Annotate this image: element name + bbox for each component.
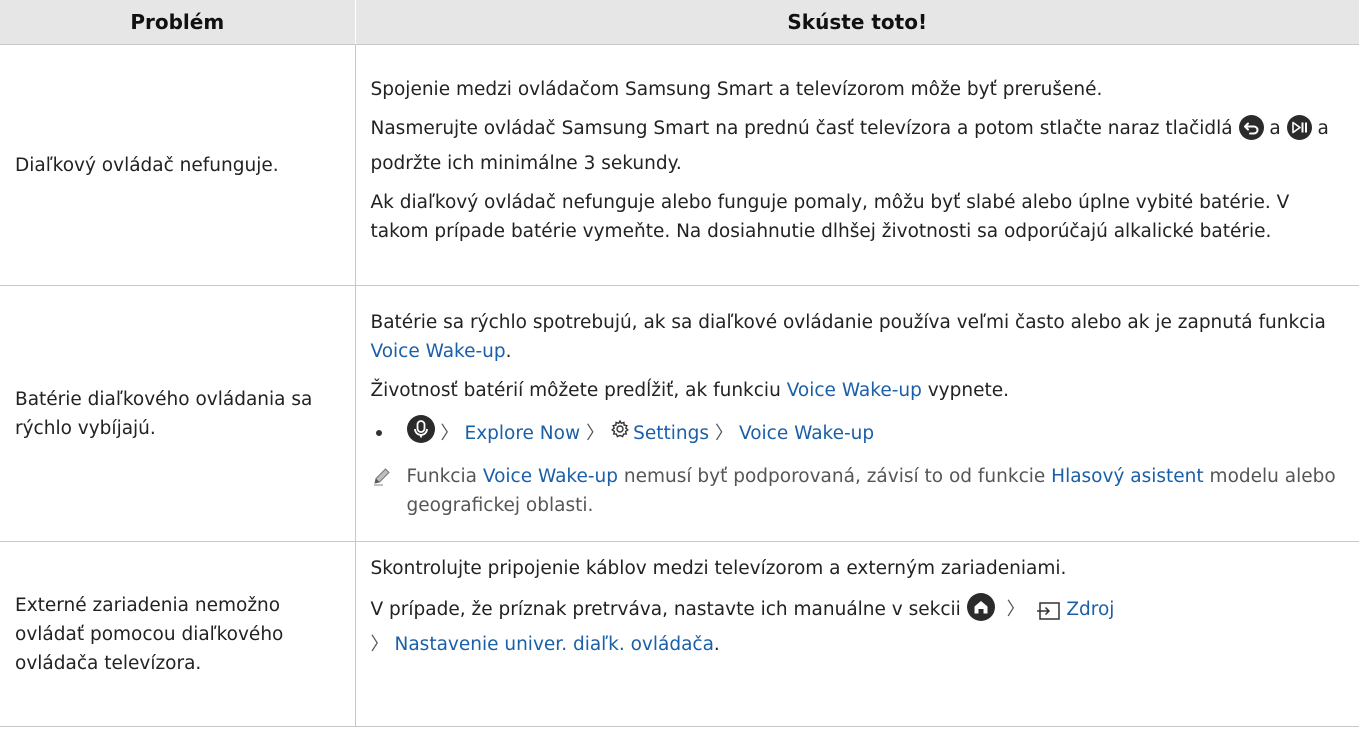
header-problem: Problém <box>0 0 356 45</box>
solution-cell: Skontrolujte pripojenie káblov medzi tel… <box>355 541 1359 727</box>
gear-icon <box>610 419 630 448</box>
chevron-right-icon: 〉 <box>586 422 605 444</box>
pencil-icon <box>371 462 395 520</box>
solution-paragraph: Nasmerujte ovládač Samsung Smart na pred… <box>371 114 1348 178</box>
solution-paragraph: Životnosť batérií môžete predĺžiť, ak fu… <box>370 379 1010 401</box>
voice-wakeup-link: Voice Wake-up <box>482 465 618 487</box>
chevron-right-icon: 〉 <box>1006 599 1025 620</box>
source-link: Zdroj <box>1066 599 1115 620</box>
voice-wakeup-link: Voice Wake-up <box>370 340 506 362</box>
settings-link: Settings <box>633 422 709 444</box>
explore-now-link: Explore Now <box>464 422 581 444</box>
solution-cell: Spojenie medzi ovládačom Samsung Smart a… <box>355 44 1359 286</box>
chevron-right-icon: 〉 <box>440 422 459 444</box>
bullet-dot <box>375 430 382 436</box>
problem-cell: Diaľkový ovládač nefunguje. <box>0 44 356 286</box>
solution-paragraph: V prípade, že príznak pretrváva, nastavt… <box>371 593 1348 659</box>
note: Funkcia Voice Wake-up nemusí byť podporo… <box>371 462 1348 520</box>
return-button-icon <box>1238 114 1264 149</box>
problem-cell: Externé zariadenia nemožno ovládať pomoc… <box>0 541 356 727</box>
problem-cell: Batérie diaľkového ovládania sa rýchlo v… <box>0 285 356 542</box>
chevron-right-icon: 〉 <box>714 422 733 444</box>
solution-paragraph: Spojenie medzi ovládačom Samsung Smart a… <box>370 78 1103 100</box>
table-row: Externé zariadenia nemožno ovládať pomoc… <box>0 541 1359 727</box>
solution-paragraph: Ak diaľkový ovládač nefunguje alebo fung… <box>370 191 1290 242</box>
home-icon <box>966 593 995 630</box>
solution-cell: Batérie sa rýchlo spotrebujú, ak sa diaľ… <box>355 285 1359 542</box>
header-solution: Skúste toto! <box>355 0 1359 45</box>
troubleshooting-table: Problém Skúste toto! Diaľkový ovládač ne… <box>0 0 1359 727</box>
chevron-right-icon: 〉 <box>370 634 389 655</box>
table-header-row: Problém Skúste toto! <box>0 0 1359 45</box>
menu-path: 〉 Explore Now 〉 Settings 〉 Voice Wake-up <box>371 414 1348 452</box>
voice-wakeup-link: Voice Wake-up <box>786 379 922 401</box>
voice-wakeup-link: Voice Wake-up <box>738 422 875 444</box>
source-icon <box>1036 601 1061 630</box>
solution-paragraph: Batérie sa rýchlo spotrebujú, ak sa diaľ… <box>370 311 1326 362</box>
table-row: Batérie diaľkového ovládania sa rýchlo v… <box>0 285 1359 542</box>
play-pause-button-icon <box>1286 114 1312 149</box>
microphone-icon <box>406 414 435 452</box>
voice-assistant-link: Hlasový asistent <box>1051 465 1204 487</box>
universal-remote-setup-link: Nastavenie univer. diaľk. ovládača <box>394 634 714 655</box>
solution-paragraph: Skontrolujte pripojenie káblov medzi tel… <box>370 558 1067 579</box>
table-row: Diaľkový ovládač nefunguje. Spojenie med… <box>0 44 1359 286</box>
note-text: Funkcia Voice Wake-up nemusí byť podporo… <box>406 465 1336 516</box>
